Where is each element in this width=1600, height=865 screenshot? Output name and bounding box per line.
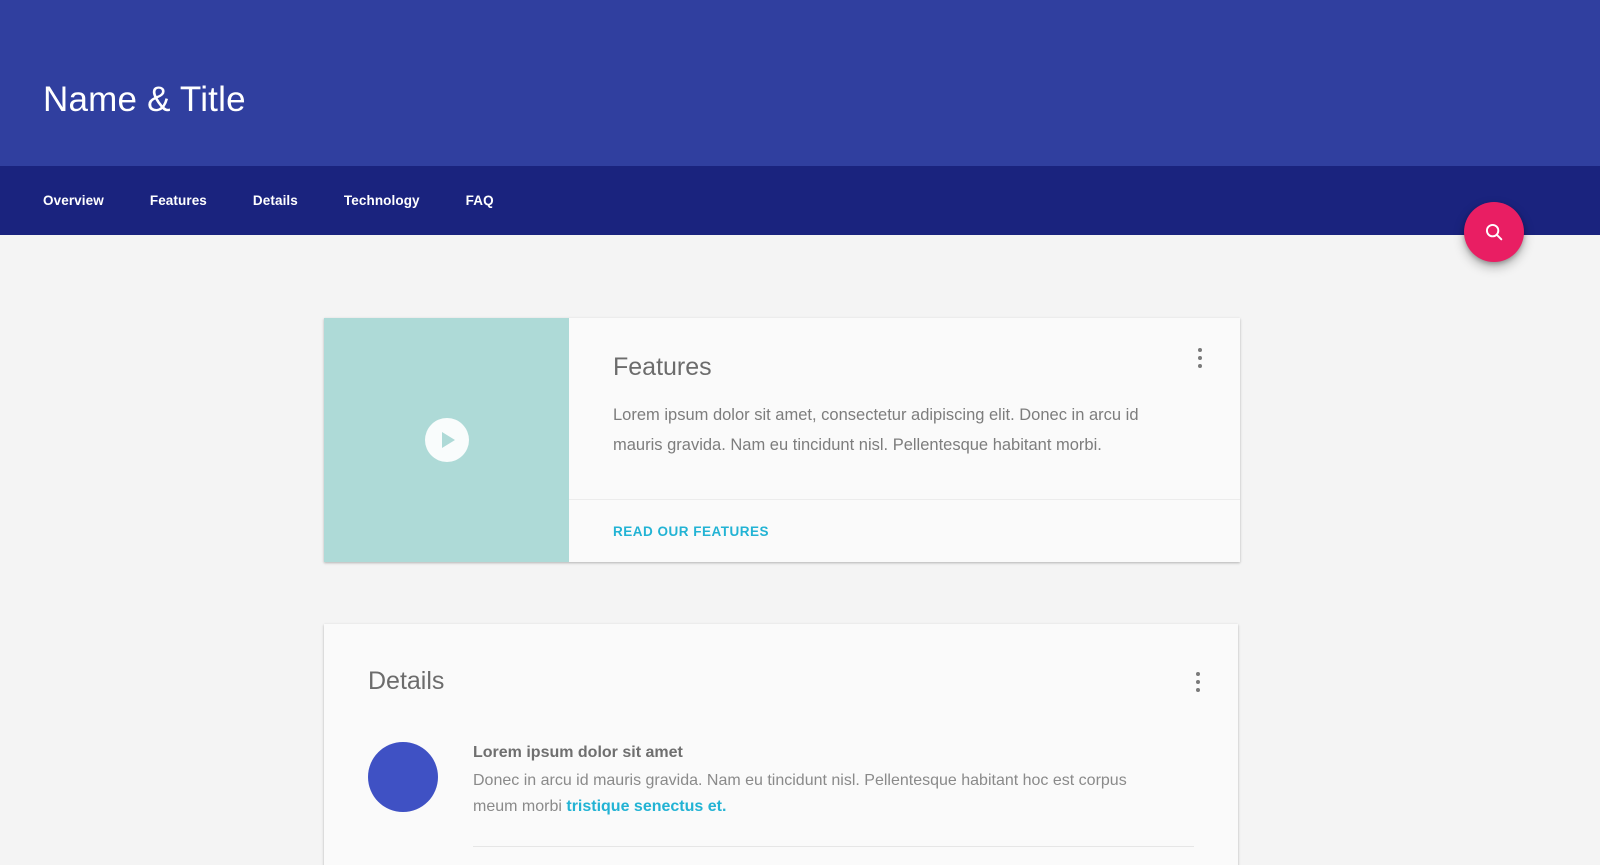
search-icon [1483,221,1505,243]
nav-item-features[interactable]: Features [150,193,207,208]
more-dot [1196,688,1200,692]
more-dot [1196,680,1200,684]
nav-item-details[interactable]: Details [253,193,298,208]
nav-item-faq[interactable]: FAQ [466,193,494,208]
list-item-title: Lorem ipsum dolor sit amet [473,740,1194,766]
features-body: Features Lorem ipsum dolor sit amet, con… [569,318,1240,500]
page-root: Name & Title Overview Features Details T… [0,0,1600,865]
content-column: Features Lorem ipsum dolor sit amet, con… [324,318,1240,865]
features-content: Features Lorem ipsum dolor sit amet, con… [569,318,1240,562]
read-our-features-link[interactable]: READ OUR FEATURES [613,524,769,539]
header-band: Name & Title [0,0,1600,166]
nav-bar: Overview Features Details Technology FAQ [0,166,1600,235]
list-item[interactable]: Lorem ipsum dolor sit amet Donec in arcu… [324,740,1238,847]
more-dot [1196,672,1200,676]
avatar [368,742,438,812]
features-footer: READ OUR FEATURES [569,500,1240,562]
more-dot [1198,356,1202,360]
page-title: Name & Title [43,82,246,117]
search-fab-button[interactable] [1464,202,1524,262]
list-item-text: Lorem ipsum dolor sit amet Donec in arcu… [473,740,1194,847]
features-description: Lorem ipsum dolor sit amet, consectetur … [613,400,1188,460]
details-list: Lorem ipsum dolor sit amet Donec in arcu… [324,740,1238,847]
play-triangle-icon [442,432,455,448]
more-dot [1198,364,1202,368]
features-media-pane [324,318,569,562]
details-title: Details [368,668,1212,696]
play-icon[interactable] [425,418,469,462]
tristique-senectus-link[interactable]: tristique senectus et. [566,798,726,815]
nav-item-overview[interactable]: Overview [43,193,104,208]
details-card: Details Lorem ipsum dolor sit amet Donec… [324,624,1238,865]
more-dot [1198,348,1202,352]
details-header: Details [324,668,1238,712]
features-title: Features [613,354,1200,382]
nav-item-technology[interactable]: Technology [344,193,420,208]
more-vertical-icon[interactable] [1186,338,1214,378]
list-item-description: Donec in arcu id mauris gravida. Nam eu … [473,768,1153,820]
more-vertical-icon[interactable] [1184,662,1212,702]
nav-list: Overview Features Details Technology FAQ [43,166,494,235]
features-card: Features Lorem ipsum dolor sit amet, con… [324,318,1240,562]
